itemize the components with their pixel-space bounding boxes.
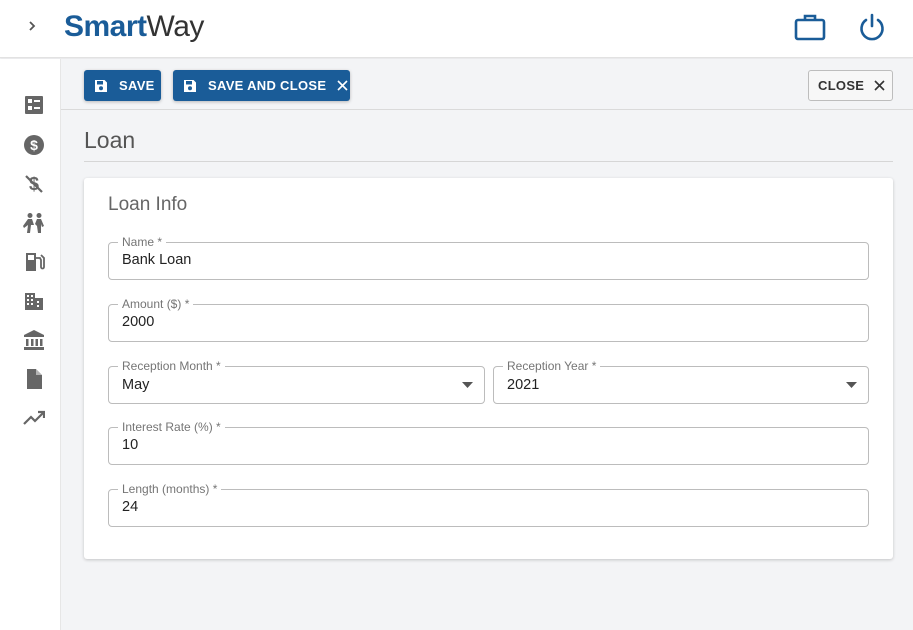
title-divider (84, 161, 893, 162)
name-label: Name * (118, 235, 167, 249)
section-title: Loan Info (108, 194, 188, 215)
chevron-right-icon[interactable] (20, 14, 44, 38)
interest-rate-label: Interest Rate (%) * (118, 420, 225, 434)
name-input[interactable] (122, 252, 855, 268)
dropdown-arrow-icon (844, 380, 858, 390)
save-button[interactable]: SAVE (84, 70, 161, 101)
svg-text:$: $ (30, 137, 38, 153)
fuel-pump-icon[interactable] (20, 248, 48, 276)
reception-month-value: May (122, 377, 150, 393)
length-field: Length (months) * (108, 482, 869, 527)
amount-field: Amount ($) * (108, 297, 869, 342)
trending-up-icon[interactable] (20, 404, 48, 432)
loan-info-card: Loan Info Name * Amount ($) * Reception … (84, 178, 893, 559)
close-button-label: CLOSE (818, 78, 865, 93)
interest-rate-input[interactable] (122, 437, 855, 453)
amount-input[interactable] (122, 314, 855, 330)
checklist-icon[interactable] (20, 91, 48, 119)
save-button-label: SAVE (119, 78, 155, 93)
people-icon[interactable] (20, 209, 48, 237)
save-icon (94, 79, 108, 93)
reception-year-label: Reception Year * (503, 359, 601, 373)
reception-month-select[interactable]: Reception Month * May (108, 359, 485, 404)
page-title: Loan (84, 127, 136, 153)
power-icon[interactable] (855, 10, 889, 44)
action-toolbar: SAVE SAVE AND CLOSE CLOSE (61, 59, 913, 110)
sidebar: $ $ (0, 59, 61, 630)
reception-year-select[interactable]: Reception Year * 2021 (493, 359, 869, 404)
dollar-circle-icon[interactable]: $ (20, 131, 48, 159)
save-icon (183, 79, 197, 93)
logo-smart: Smart (64, 10, 147, 43)
briefcase-icon[interactable] (793, 10, 827, 44)
dropdown-arrow-icon (460, 380, 474, 390)
reception-month-label: Reception Month * (118, 359, 225, 373)
app-logo[interactable]: SmartWay (64, 9, 204, 45)
save-and-close-label: SAVE AND CLOSE (208, 78, 327, 93)
document-icon[interactable] (20, 365, 48, 393)
name-field: Name * (108, 235, 869, 280)
top-bar: SmartWay (0, 0, 913, 58)
save-and-close-button[interactable]: SAVE AND CLOSE (173, 70, 350, 101)
interest-rate-field: Interest Rate (%) * (108, 420, 869, 465)
length-label: Length (months) * (118, 482, 222, 496)
close-icon (874, 80, 885, 91)
close-button[interactable]: CLOSE (808, 70, 893, 101)
close-icon (337, 80, 348, 91)
amount-label: Amount ($) * (118, 297, 194, 311)
bank-icon[interactable] (20, 326, 48, 354)
money-off-icon[interactable]: $ (20, 170, 48, 198)
length-input[interactable] (122, 499, 855, 515)
buildings-icon[interactable] (20, 287, 48, 315)
reception-year-value: 2021 (507, 377, 540, 393)
logo-way: Way (146, 10, 205, 43)
